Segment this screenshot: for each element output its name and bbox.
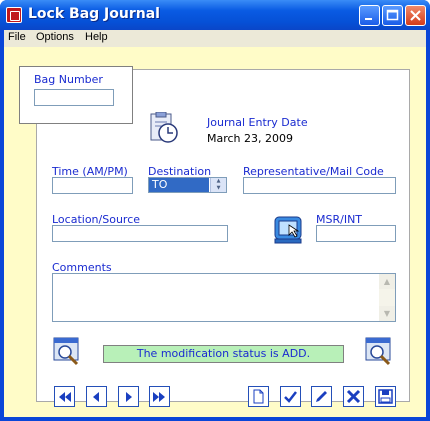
minimize-icon	[365, 18, 372, 20]
save-icon	[378, 389, 393, 404]
first-record-button[interactable]	[54, 386, 75, 407]
pencil-icon	[316, 391, 327, 402]
journal-entry-date-value: March 23, 2009	[207, 132, 294, 145]
delete-icon	[346, 389, 361, 404]
maximize-icon	[386, 9, 399, 21]
maximize-button[interactable]	[382, 5, 403, 26]
bag-number-label: Bag Number	[34, 73, 103, 86]
magnifier-window-right-icon[interactable]	[364, 336, 394, 370]
menu-file[interactable]: File	[8, 31, 26, 43]
comments-textarea[interactable]: ▲ ▼	[52, 273, 396, 322]
time-input[interactable]	[52, 177, 133, 194]
bag-number-input[interactable]	[34, 89, 114, 106]
spin-up-icon[interactable]: ▲	[210, 178, 226, 185]
save-button[interactable]	[375, 386, 396, 407]
close-icon	[410, 10, 421, 21]
app-icon	[6, 7, 22, 23]
check-icon	[284, 391, 297, 403]
representative-input[interactable]	[243, 177, 396, 194]
menu-bar: File Options Help	[4, 30, 426, 47]
menu-options[interactable]: Options	[36, 31, 74, 43]
first-record-icon	[59, 392, 71, 402]
title-bar[interactable]: Lock Bag Journal	[0, 0, 430, 30]
new-document-button[interactable]	[248, 386, 269, 407]
computer-pointer-icon[interactable]	[273, 213, 307, 251]
next-record-button[interactable]	[118, 386, 139, 407]
destination-value: TO	[149, 178, 209, 192]
scroll-down-icon[interactable]: ▼	[379, 306, 395, 321]
previous-record-icon	[93, 392, 99, 402]
confirm-button[interactable]	[280, 386, 301, 407]
spin-down-icon[interactable]: ▼	[210, 185, 226, 192]
journal-entry-date-label: Journal Entry Date	[207, 116, 308, 129]
destination-select[interactable]: TO ▲ ▼	[148, 177, 227, 193]
scroll-up-icon[interactable]: ▲	[379, 274, 395, 289]
client-area: Bag Number Journal Entry Date March 23, …	[4, 47, 426, 417]
location-input[interactable]	[52, 225, 228, 242]
close-button[interactable]	[405, 5, 426, 26]
last-record-icon	[153, 392, 165, 402]
magnifier-window-left-icon[interactable]	[52, 336, 82, 370]
edit-button[interactable]	[311, 386, 332, 407]
status-bar: The modification status is ADD.	[103, 345, 344, 363]
clipboard-clock-icon	[148, 111, 180, 148]
window-title: Lock Bag Journal	[28, 6, 160, 22]
journal-form-panel: Bag Number Journal Entry Date March 23, …	[19, 66, 410, 407]
last-record-button[interactable]	[149, 386, 170, 407]
bag-number-group: Bag Number	[19, 66, 133, 124]
menu-help[interactable]: Help	[85, 31, 108, 43]
msr-int-input[interactable]	[316, 225, 396, 242]
minimize-button[interactable]	[359, 5, 380, 26]
app-window: Lock Bag Journal File Options Help Bag N…	[0, 0, 430, 421]
delete-button[interactable]	[343, 386, 364, 407]
comments-scrollbar[interactable]: ▲ ▼	[379, 274, 395, 321]
previous-record-button[interactable]	[86, 386, 107, 407]
new-document-icon	[253, 389, 264, 404]
next-record-icon	[126, 392, 132, 402]
